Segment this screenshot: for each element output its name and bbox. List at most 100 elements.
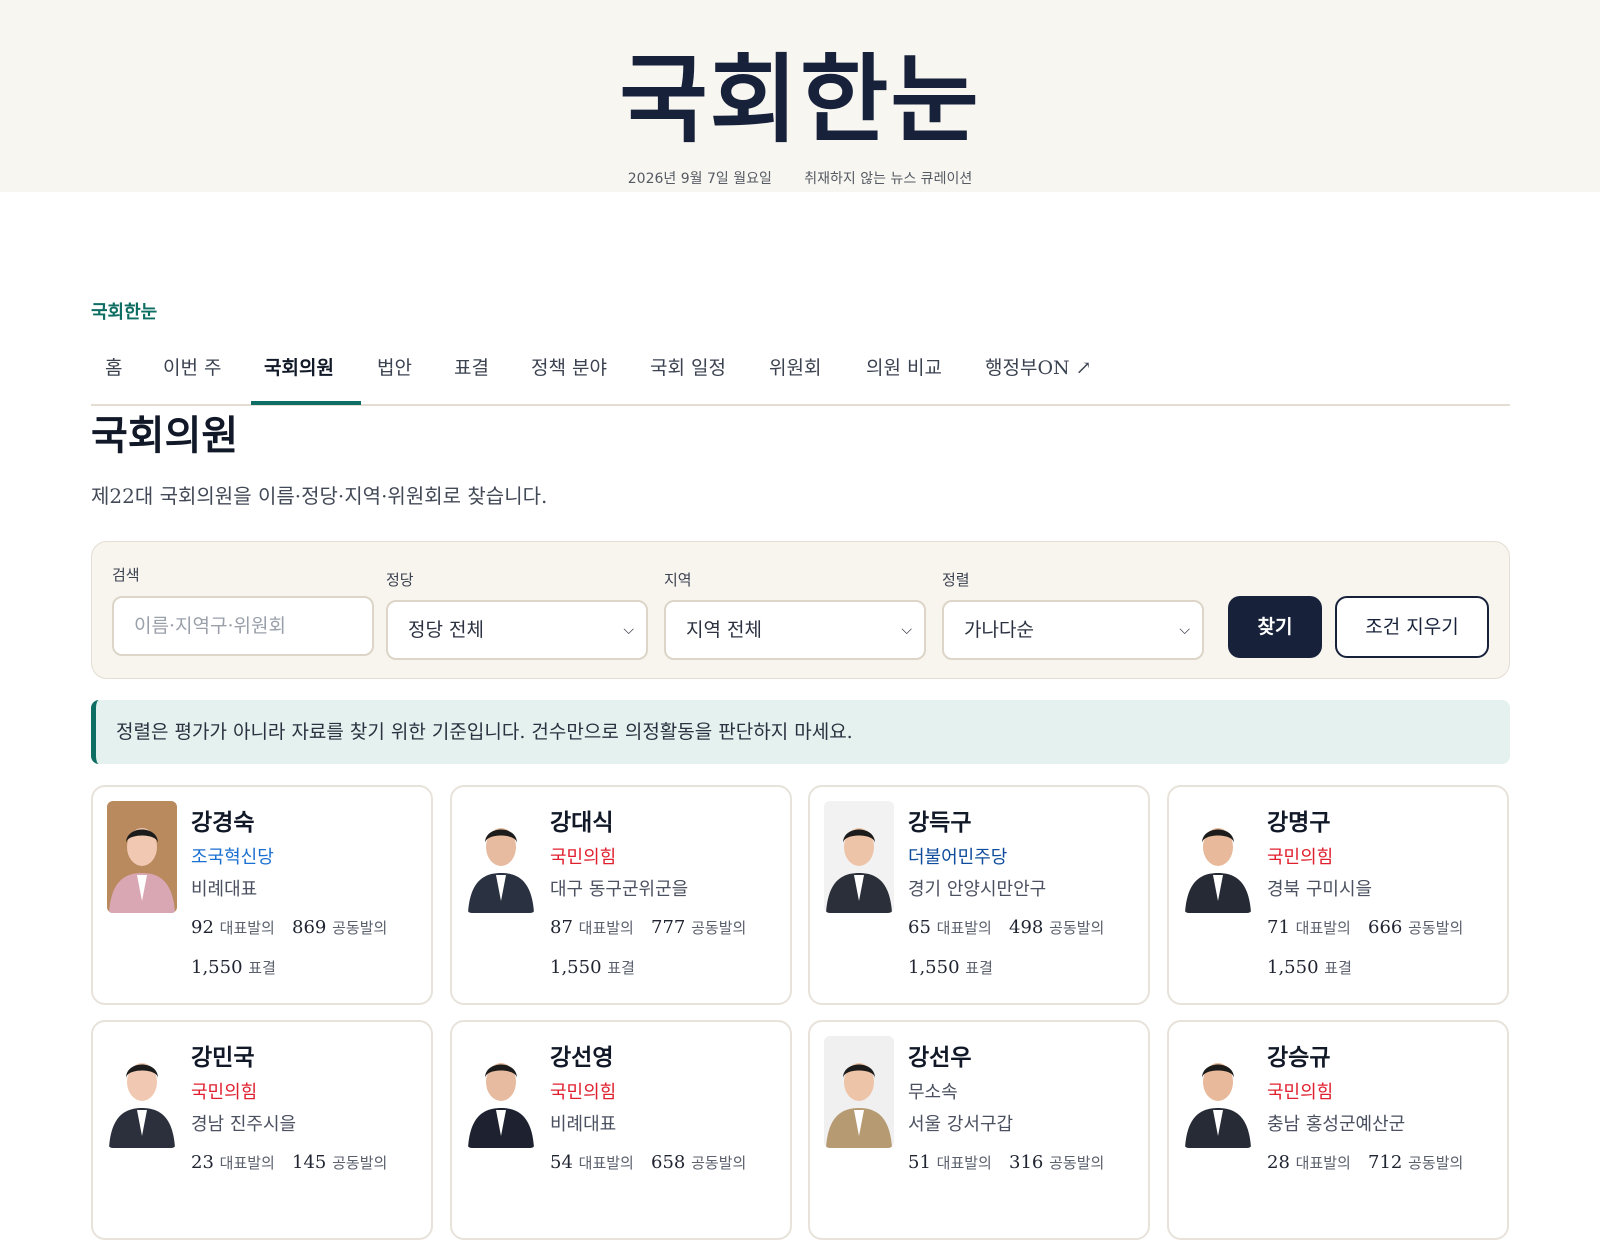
co-bill-count: 316 bbox=[1009, 1152, 1044, 1173]
member-bill-stats: 54 대표발의 658 공동발의 bbox=[550, 1152, 746, 1173]
region-select-value: 지역 전체 bbox=[686, 619, 762, 641]
lead-bill-count: 92 bbox=[191, 917, 214, 938]
member-name[interactable]: 강명구 bbox=[1267, 803, 1330, 837]
nav-item-compare[interactable]: 의원 비교 bbox=[866, 344, 942, 404]
member-region: 충남 홍성군예산군 bbox=[1267, 1114, 1406, 1135]
lead-bill-label: 대표발의 bbox=[219, 1154, 275, 1172]
nav-item-this-week[interactable]: 이번 주 bbox=[163, 344, 221, 404]
search-button[interactable]: 찾기 bbox=[1228, 596, 1322, 658]
region-select[interactable]: 지역 전체 ⌵ bbox=[664, 600, 926, 660]
member-region: 서울 강서구갑 bbox=[908, 1114, 1014, 1135]
search-label: 검색 bbox=[112, 566, 140, 584]
lead-bill-count: 54 bbox=[550, 1152, 573, 1173]
party-select-value: 정당 전체 bbox=[408, 619, 484, 641]
member-vote-stats: 1,550 표결 bbox=[191, 957, 276, 978]
vote-label: 표결 bbox=[607, 959, 635, 977]
member-card[interactable]: 강민국 국민의힘 경남 진주시을 23 대표발의 145 공동발의 bbox=[91, 1020, 433, 1240]
vote-label: 표결 bbox=[248, 959, 276, 977]
member-photo bbox=[824, 1036, 894, 1148]
lead-bill-count: 51 bbox=[908, 1152, 931, 1173]
nav-item-home[interactable]: 홈 bbox=[105, 344, 122, 404]
member-vote-stats: 1,550 표결 bbox=[1267, 957, 1352, 978]
avatar bbox=[824, 1036, 894, 1148]
sort-select-value: 가나다순 bbox=[964, 619, 1034, 641]
member-party: 국민의힘 bbox=[550, 1082, 617, 1103]
breadcrumb[interactable]: 국회한눈 bbox=[91, 298, 157, 324]
co-bill-label: 공동발의 bbox=[1408, 1154, 1464, 1172]
nav-item-schedule[interactable]: 국회 일정 bbox=[650, 344, 726, 404]
member-name[interactable]: 강득구 bbox=[908, 803, 971, 837]
vote-count: 1,550 bbox=[191, 957, 243, 978]
chevron-down-icon: ⌵ bbox=[623, 622, 634, 638]
member-vote-stats: 1,550 표결 bbox=[908, 957, 993, 978]
clear-filters-button[interactable]: 조건 지우기 bbox=[1335, 596, 1489, 658]
lead-bill-label: 대표발의 bbox=[1295, 919, 1351, 937]
member-region: 경남 진주시을 bbox=[191, 1114, 297, 1135]
member-region: 경기 안양시만안구 bbox=[908, 879, 1047, 900]
member-region: 비례대표 bbox=[550, 1114, 617, 1135]
masthead-date: 2026년 9월 7일 월요일 bbox=[627, 171, 772, 187]
co-bill-count: 145 bbox=[292, 1152, 327, 1173]
member-photo bbox=[107, 1036, 177, 1148]
member-party: 조국혁신당 bbox=[191, 847, 274, 868]
co-bill-count: 712 bbox=[1368, 1152, 1403, 1173]
masthead-tagline: 취재하지 않는 뉴스 큐레이션 bbox=[804, 171, 973, 187]
member-name[interactable]: 강선영 bbox=[550, 1038, 613, 1072]
lead-bill-label: 대표발의 bbox=[578, 1154, 634, 1172]
member-card[interactable]: 강명구 국민의힘 경북 구미시을 71 대표발의 666 공동발의 1,550 표결 bbox=[1167, 785, 1509, 1005]
member-region: 대구 동구군위군을 bbox=[550, 879, 689, 900]
member-name[interactable]: 강경숙 bbox=[191, 803, 254, 837]
vote-count: 1,550 bbox=[550, 957, 602, 978]
co-bill-label: 공동발의 bbox=[691, 919, 747, 937]
member-card[interactable]: 강승규 국민의힘 충남 홍성군예산군 28 대표발의 712 공동발의 bbox=[1167, 1020, 1509, 1240]
avatar bbox=[1183, 801, 1253, 913]
member-region: 비례대표 bbox=[191, 879, 258, 900]
party-select[interactable]: 정당 전체 ⌵ bbox=[386, 600, 648, 660]
masthead: 국회한눈 2026년 9월 7일 월요일 취재하지 않는 뉴스 큐레이션 bbox=[0, 0, 1600, 192]
avatar bbox=[824, 801, 894, 913]
lead-bill-label: 대표발의 bbox=[936, 1154, 992, 1172]
nav-item-committees[interactable]: 위원회 bbox=[769, 344, 821, 404]
member-card[interactable]: 강선우 무소속 서울 강서구갑 51 대표발의 316 공동발의 bbox=[808, 1020, 1150, 1240]
member-card[interactable]: 강득구 더불어민주당 경기 안양시만안구 65 대표발의 498 공동발의 1,550 … bbox=[808, 785, 1150, 1005]
member-name[interactable]: 강대식 bbox=[550, 803, 613, 837]
nav-item-bills[interactable]: 법안 bbox=[377, 344, 412, 404]
member-card[interactable]: 강경숙조국혁신당비례대표 92 대표발의 869 공동발의 1,550 표결 bbox=[91, 785, 433, 1005]
lead-bill-count: 87 bbox=[550, 917, 573, 938]
nav-item-policy[interactable]: 정책 분야 bbox=[531, 344, 607, 404]
co-bill-label: 공동발의 bbox=[1408, 919, 1464, 937]
co-bill-label: 공동발의 bbox=[332, 1154, 388, 1172]
lead-bill-label: 대표발의 bbox=[219, 919, 275, 937]
member-name[interactable]: 강승규 bbox=[1267, 1038, 1330, 1072]
avatar bbox=[107, 801, 177, 913]
member-region: 경북 구미시을 bbox=[1267, 879, 1373, 900]
vote-label: 표결 bbox=[965, 959, 993, 977]
member-card[interactable]: 강대식 국민의힘 대구 동구군위군을 87 대표발의 777 공동발의 1,550 표결 bbox=[450, 785, 792, 1005]
co-bill-label: 공동발의 bbox=[1049, 1154, 1105, 1172]
lead-bill-count: 65 bbox=[908, 917, 931, 938]
lead-bill-label: 대표발의 bbox=[1295, 1154, 1351, 1172]
member-bill-stats: 92 대표발의 869 공동발의 bbox=[191, 917, 387, 938]
lead-bill-label: 대표발의 bbox=[578, 919, 634, 937]
avatar bbox=[466, 801, 536, 913]
sort-select[interactable]: 가나다순 ⌵ bbox=[942, 600, 1204, 660]
page-description: 제22대 국회의원을 이름·정당·지역·위원회로 찾습니다. bbox=[91, 484, 548, 508]
member-card[interactable]: 강선영국민의힘비례대표 54 대표발의 658 공동발의 bbox=[450, 1020, 792, 1240]
site-logo[interactable]: 국회한눈 bbox=[0, 40, 1600, 160]
member-bill-stats: 28 대표발의 712 공동발의 bbox=[1267, 1152, 1463, 1173]
member-name[interactable]: 강민국 bbox=[191, 1038, 254, 1072]
avatar bbox=[107, 1036, 177, 1148]
co-bill-count: 777 bbox=[651, 917, 686, 938]
member-vote-stats: 1,550 표결 bbox=[550, 957, 635, 978]
nav-item-executive-external[interactable]: 행정부ON ↗ bbox=[985, 344, 1092, 404]
nav-item-votes[interactable]: 표결 bbox=[454, 344, 489, 404]
member-photo bbox=[107, 801, 177, 913]
chevron-down-icon: ⌵ bbox=[1179, 622, 1190, 638]
member-bill-stats: 87 대표발의 777 공동발의 bbox=[550, 917, 746, 938]
main-nav: 홈 이번 주 국회의원 법안 표결 정책 분야 국회 일정 위원회 의원 비교 … bbox=[91, 344, 1510, 406]
filter-panel: 검색 이름·지역구·위원회 정당 정당 전체 ⌵ 지역 지역 전체 ⌵ 정렬 가… bbox=[91, 541, 1510, 679]
nav-item-members[interactable]: 국회의원 bbox=[264, 344, 334, 404]
member-bill-stats: 71 대표발의 666 공동발의 bbox=[1267, 917, 1463, 938]
search-input[interactable]: 이름·지역구·위원회 bbox=[112, 596, 374, 656]
member-name[interactable]: 강선우 bbox=[908, 1038, 971, 1072]
